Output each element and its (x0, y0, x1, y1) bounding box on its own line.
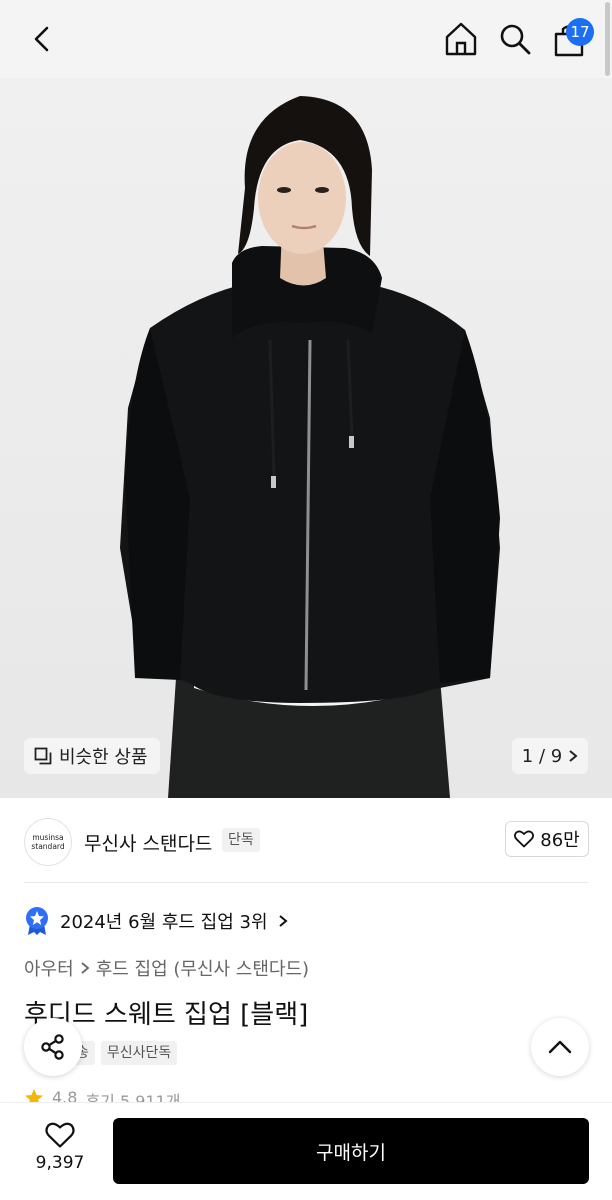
ranking-link[interactable]: 2024년 6월 후드 집업 3위 (24, 906, 288, 936)
brand-logo-line1: musinsa (32, 833, 64, 842)
top-navigation-bar: 17 (0, 0, 612, 78)
similar-products-button[interactable]: 비슷한 상품 (24, 738, 160, 774)
share-button[interactable] (24, 1018, 82, 1076)
brand-name[interactable]: 무신사 스탠다드 (84, 829, 212, 856)
product-photo (120, 96, 500, 798)
chevron-right-icon (81, 962, 90, 974)
chevron-up-icon (548, 1040, 572, 1054)
ranking-badge-icon (26, 907, 48, 935)
wishlist-button[interactable]: 9,397 (24, 1121, 96, 1183)
breadcrumb-item[interactable]: 아우터 (24, 955, 74, 981)
image-pager[interactable]: 1 / 9 (512, 738, 588, 774)
breadcrumb: 아우터 후드 집업 (무신사 스탠다드) (24, 955, 309, 981)
home-icon[interactable] (443, 20, 479, 58)
heart-icon (514, 830, 535, 848)
scrollbar[interactable] (605, 2, 610, 76)
wishlist-count: 9,397 (35, 1153, 85, 1173)
brand-logo-line2: standard (31, 842, 65, 851)
copy-icon (34, 747, 52, 765)
breadcrumb-item[interactable]: 후드 집업 (무신사 스탠다드) (96, 955, 309, 981)
brand-logo[interactable]: musinsa standard (24, 818, 72, 866)
search-icon[interactable] (497, 21, 533, 57)
chevron-right-icon (569, 750, 578, 762)
product-tag: 무신사단독 (100, 1041, 178, 1065)
product-tags: 송 무신사단독 (70, 1041, 178, 1065)
similar-products-label: 비슷한 상품 (59, 747, 148, 768)
image-pager-text: 1 / 9 (521, 745, 563, 767)
chevron-right-icon (278, 915, 288, 927)
product-image-gallery[interactable]: 비슷한 상품 1 / 9 (0, 78, 612, 798)
buy-button[interactable]: 구매하기 (113, 1118, 589, 1184)
cart-count-badge: 17 (566, 18, 594, 46)
bottom-purchase-bar: 9,397 구매하기 (0, 1102, 612, 1200)
exclusive-tag: 단독 (222, 828, 260, 852)
brand-like-button[interactable]: 86만 (505, 821, 589, 857)
chevron-left-icon[interactable] (26, 22, 60, 56)
share-icon (41, 1034, 64, 1060)
brand-row: musinsa standard 무신사 스탠다드 단독 86만 (0, 798, 612, 882)
scroll-to-top-button[interactable] (531, 1018, 589, 1076)
divider (24, 882, 588, 883)
ranking-text: 2024년 6월 후드 집업 3위 (60, 912, 268, 933)
heart-icon (45, 1122, 75, 1148)
brand-like-count: 86만 (540, 830, 580, 851)
